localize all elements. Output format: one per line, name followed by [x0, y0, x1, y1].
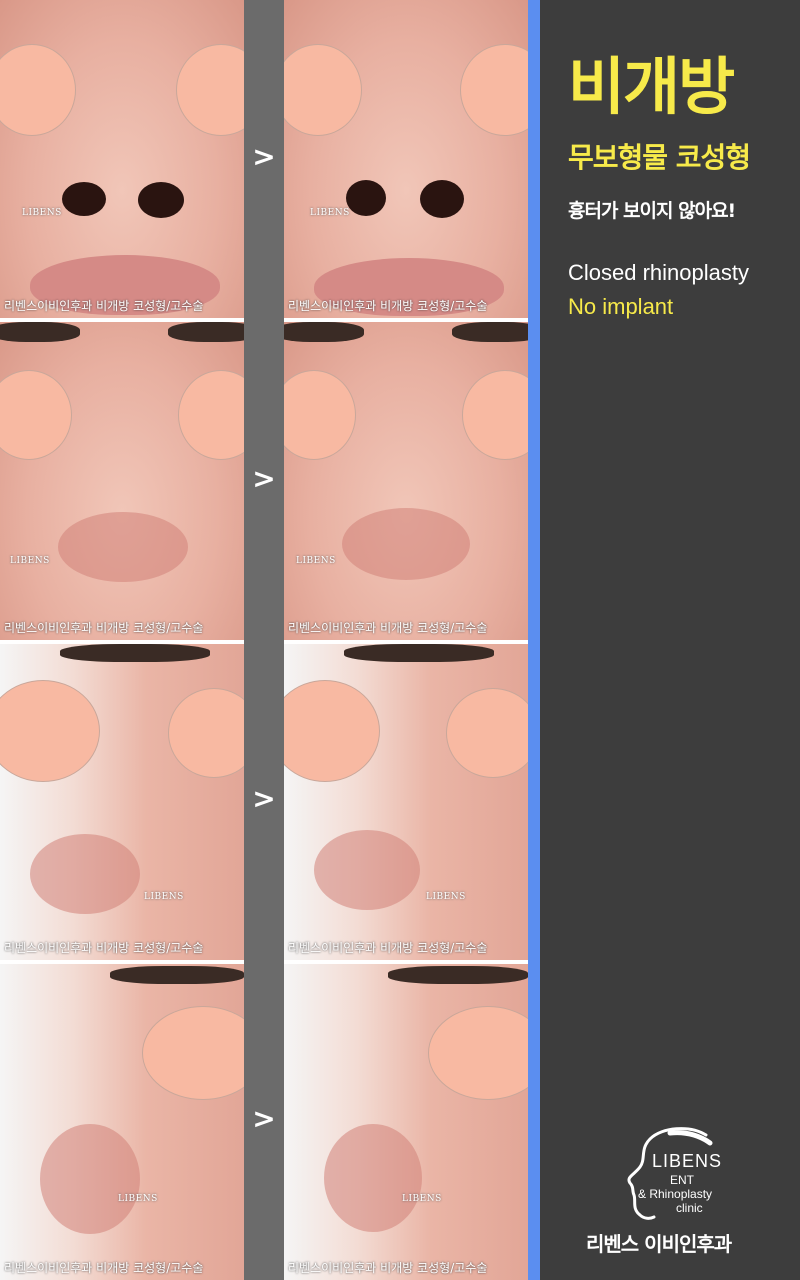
- face-blur-oval: [178, 370, 244, 460]
- logo-line-clinic: clinic: [676, 1201, 703, 1215]
- logo-name: LIBENS: [652, 1151, 723, 1171]
- nostril: [62, 182, 106, 216]
- arrow-before-after: >: [252, 462, 276, 495]
- panel-subtitle: 무보형물 코성형: [568, 141, 751, 174]
- face-blur-oval: [0, 370, 72, 460]
- photo-logo: LIBENS: [144, 892, 184, 902]
- photo-logo: LIBENS: [296, 556, 336, 566]
- eyebrow: [344, 644, 494, 662]
- arrow-before-after: >: [252, 1102, 276, 1135]
- center-divider: [244, 0, 284, 1280]
- info-panel: 비개방 무보형물 코성형 흉터가 보이지 않아요! Closed rhinopl…: [540, 0, 800, 1280]
- face-blur-oval: [428, 1006, 528, 1100]
- after-photo-profile-view: LIBENS 리벤스이비인후과 비개방 코성형/고수술: [284, 964, 528, 1280]
- nose-tip: [324, 1124, 422, 1232]
- photo-watermark: 리벤스이비인후과 비개방 코성형/고수술: [4, 621, 204, 635]
- clinic-name: 리벤스 이비인후과: [586, 1232, 732, 1256]
- face-blur-oval: [176, 44, 244, 136]
- face-blur-oval: [284, 680, 380, 782]
- nose-tip: [314, 830, 420, 910]
- eyebrow: [168, 322, 244, 342]
- face-profile-icon: [627, 1127, 713, 1220]
- panel-tagline: 흉터가 보이지 않아요!: [568, 200, 736, 222]
- face-blur-oval: [446, 688, 528, 778]
- photo-watermark: 리벤스이비인후과 비개방 코성형/고수술: [288, 1261, 488, 1275]
- arrow-before-after: >: [252, 140, 276, 173]
- photo-watermark: 리벤스이비인후과 비개방 코성형/고수술: [4, 941, 204, 955]
- face-blur-oval: [168, 688, 244, 778]
- face-blur-oval: [284, 370, 356, 460]
- nose-tip: [58, 512, 188, 582]
- after-photo-front-view: LIBENS 리벤스이비인후과 비개방 코성형/고수술: [284, 322, 528, 640]
- photo-watermark: 리벤스이비인후과 비개방 코성형/고수술: [288, 941, 488, 955]
- after-photo-oblique-view: LIBENS 리벤스이비인후과 비개방 코성형/고수술: [284, 644, 528, 960]
- photo-watermark: 리벤스이비인후과 비개방 코성형/고수술: [4, 1261, 204, 1275]
- eyebrow: [284, 322, 364, 342]
- face-blur-oval: [460, 44, 528, 136]
- panel-title: 비개방: [568, 50, 735, 123]
- before-photo-profile-view: LIBENS 리벤스이비인후과 비개방 코성형/고수술: [0, 964, 244, 1280]
- photo-logo: LIBENS: [118, 1194, 158, 1204]
- eyebrow: [110, 966, 244, 984]
- photo-logo: LIBENS: [10, 556, 50, 566]
- face-blur-oval: [462, 370, 528, 460]
- logo-line-rhinoplasty: & Rhinoplasty: [638, 1187, 713, 1201]
- eyebrow: [452, 322, 528, 342]
- face-blur-oval: [284, 44, 362, 136]
- photo-logo: LIBENS: [402, 1194, 442, 1204]
- nose-tip: [342, 508, 470, 580]
- eyebrow: [388, 966, 528, 984]
- nostril: [420, 180, 464, 218]
- photo-logo: LIBENS: [310, 208, 350, 218]
- after-photo-base-view: LIBENS 리벤스이비인후과 비개방 코성형/고수술: [284, 0, 528, 318]
- nose-tip: [30, 834, 140, 914]
- before-photo-base-view: LIBENS 리벤스이비인후과 비개방 코성형/고수술: [0, 0, 244, 318]
- photo-watermark: 리벤스이비인후과 비개방 코성형/고수술: [288, 299, 488, 313]
- eyebrow: [60, 644, 210, 662]
- before-photo-column: LIBENS 리벤스이비인후과 비개방 코성형/고수술 LIBENS 리벤스이비…: [0, 0, 244, 1280]
- nostril: [138, 182, 184, 218]
- face-blur-oval: [0, 44, 76, 136]
- eyebrow: [0, 322, 80, 342]
- photo-logo: LIBENS: [22, 208, 62, 218]
- before-photo-front-view: LIBENS 리벤스이비인후과 비개방 코성형/고수술: [0, 322, 244, 640]
- face-blur-oval: [0, 680, 100, 782]
- accent-bar: [528, 0, 540, 1280]
- arrow-before-after: >: [252, 782, 276, 815]
- before-photo-oblique-view: LIBENS 리벤스이비인후과 비개방 코성형/고수술: [0, 644, 244, 960]
- clinic-logo: LIBENS ENT & Rhinoplasty clinic: [610, 1125, 790, 1225]
- photo-watermark: 리벤스이비인후과 비개방 코성형/고수술: [288, 621, 488, 635]
- photo-logo: LIBENS: [426, 892, 466, 902]
- nostril: [346, 180, 386, 216]
- after-photo-column: LIBENS 리벤스이비인후과 비개방 코성형/고수술 LIBENS 리벤스이비…: [284, 0, 528, 1280]
- english-line-implant: No implant: [568, 294, 674, 319]
- english-line-procedure: Closed rhinoplasty: [568, 260, 749, 285]
- logo-line-ent: ENT: [670, 1173, 694, 1187]
- face-blur-oval: [142, 1006, 244, 1100]
- nose-tip: [40, 1124, 140, 1234]
- photo-watermark: 리벤스이비인후과 비개방 코성형/고수술: [4, 299, 204, 313]
